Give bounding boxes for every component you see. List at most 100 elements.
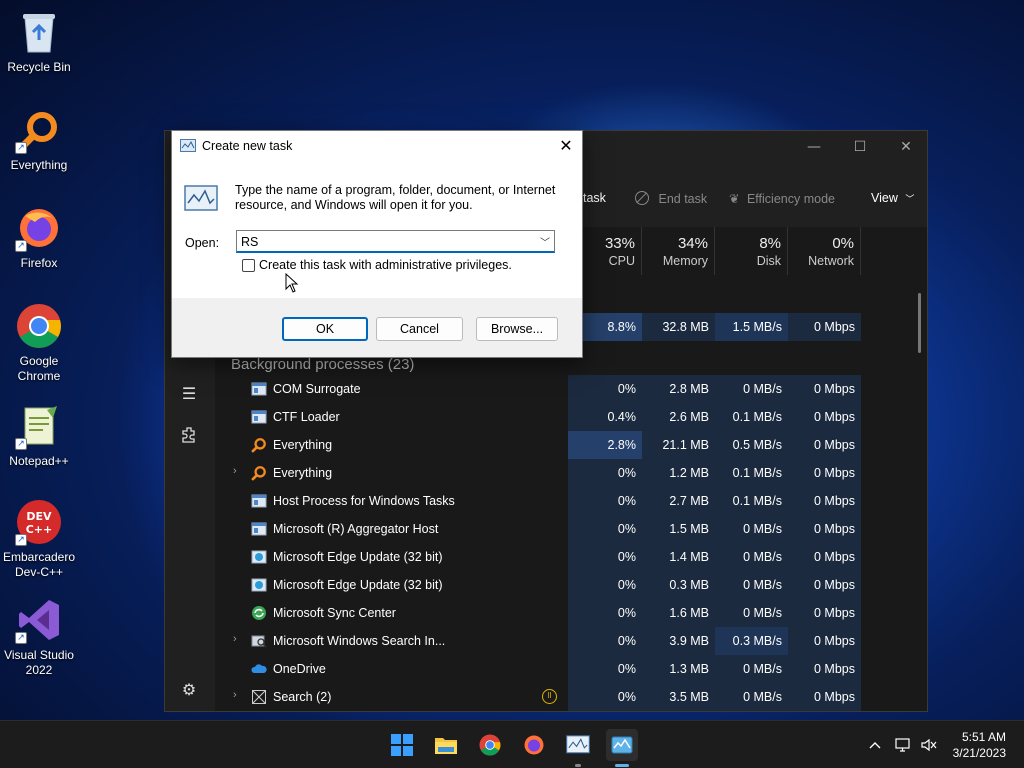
network-cell: 0 Mbps [788, 375, 861, 403]
open-combobox[interactable]: ﹀ [236, 230, 555, 253]
table-row[interactable]: Microsoft Edge Update (32 bit) 0% 1.4 MB 0 … [215, 543, 927, 571]
memory-usage-total: 34% [677, 235, 708, 252]
recycle-bin-icon [15, 8, 63, 56]
desktop-icon-visual-studio[interactable]: ↗ Visual Studio 2022 [2, 596, 76, 678]
generic-window-icon [251, 409, 267, 425]
chrome-icon[interactable] [474, 729, 506, 761]
desktop-icon-recycle-bin[interactable]: Recycle Bin [2, 8, 76, 75]
column-header-memory[interactable]: 34% Memory [642, 227, 715, 275]
table-row[interactable]: Microsoft Edge Update (32 bit) 0% 0.3 MB 0 … [215, 571, 927, 599]
desktop-icon-everything[interactable]: ↗ Everything [2, 106, 76, 173]
admin-privileges-checkbox[interactable] [242, 259, 255, 272]
clock-time: 5:51 AM [961, 730, 1006, 744]
disk-cell: 0 MB/s [715, 543, 788, 571]
disk-cell: 0 MB/s [715, 375, 788, 403]
column-header-disk[interactable]: 8% Disk [715, 227, 788, 275]
leaf-icon: ❦ [729, 192, 740, 206]
process-name: Microsoft Edge Update (32 bit) [273, 578, 443, 592]
efficiency-mode-button[interactable]: ❦ Efficiency mode [729, 191, 835, 206]
cpu-cell: 0% [568, 683, 642, 711]
cpu-cell: 0% [568, 543, 642, 571]
view-menu-button[interactable]: View ﹀ [871, 191, 914, 205]
edge-update-icon [251, 549, 267, 565]
edge-update-icon [251, 577, 267, 593]
desktop-icon-notepadpp[interactable]: ↗ Notepad++ [2, 402, 76, 469]
cancel-button[interactable]: Cancel [376, 317, 463, 341]
expand-chevron-icon[interactable]: › [233, 465, 237, 477]
desktop-icon-devcpp[interactable]: DEV C++ ↗ Embarcadero Dev-C++ [2, 498, 76, 580]
table-row[interactable]: Everything 2.8% 21.1 MB 0.5 MB/s 0 Mbps [215, 431, 927, 459]
admin-privileges-label[interactable]: Create this task with administrative pri… [259, 258, 512, 272]
generic-window-icon [251, 381, 267, 397]
network-cell: 0 Mbps [788, 431, 861, 459]
table-row[interactable]: › Microsoft Windows Search In... 0% 3.9 MB 0… [215, 627, 927, 655]
dialog-close-button[interactable]: ✕ [550, 131, 582, 161]
devcpp-icon: DEV C++ ↗ [15, 498, 63, 546]
run-dialog-icon[interactable] [562, 729, 594, 767]
nav-services-icon[interactable] [173, 419, 205, 451]
close-button[interactable]: ✕ [883, 131, 927, 163]
network-column-label: Network [808, 254, 854, 268]
svg-text:DEV: DEV [26, 510, 52, 523]
desktop-icon-label: Google Chrome [17, 354, 61, 383]
process-name: Microsoft Sync Center [273, 606, 396, 620]
disk-cell: 0 MB/s [715, 571, 788, 599]
desktop-icon-chrome[interactable]: Google Chrome [2, 302, 76, 384]
chevron-down-icon: ﹀ [905, 194, 915, 204]
run-icon [180, 139, 196, 156]
dialog-title: Create new task [202, 139, 293, 153]
cpu-cell: 0% [568, 487, 642, 515]
memory-cell: 3.9 MB [642, 627, 715, 655]
task-manager-icon[interactable] [606, 729, 638, 767]
end-task-button[interactable]: End task [635, 191, 707, 206]
firefox-icon: ↗ [15, 204, 63, 252]
start-icon[interactable] [386, 729, 418, 761]
memory-cell: 1.3 MB [642, 655, 715, 683]
scrollbar-thumb[interactable] [918, 293, 921, 353]
cpu-cell: 0% [568, 459, 642, 487]
generic-window-icon [251, 521, 267, 537]
show-hidden-icons-chevron-icon[interactable] [864, 721, 886, 768]
firefox-icon[interactable] [518, 729, 550, 761]
file-explorer-icon[interactable] [430, 729, 462, 761]
chevron-down-icon[interactable]: ﹀ [540, 234, 550, 249]
network-icon[interactable] [892, 721, 914, 768]
nav-details-icon[interactable]: ☰ [173, 377, 205, 409]
ok-button[interactable]: OK [282, 317, 368, 341]
volume-muted-icon[interactable] [918, 721, 940, 768]
table-row[interactable]: OneDrive 0% 1.3 MB 0 MB/s 0 Mbps [215, 655, 927, 683]
background-processes-header: Background processes (23) [231, 356, 415, 373]
table-row[interactable]: CTF Loader 0.4% 2.6 MB 0.1 MB/s 0 Mbps [215, 403, 927, 431]
memory-cell: 1.2 MB [642, 459, 715, 487]
end-task-icon [635, 191, 649, 205]
mouse-cursor-icon [285, 272, 299, 296]
minimize-button[interactable]: — [791, 131, 837, 163]
table-row[interactable]: COM Surrogate 0% 2.8 MB 0 MB/s 0 Mbps [215, 375, 927, 403]
process-name: Search (2) [273, 690, 332, 704]
table-row[interactable]: Microsoft (R) Aggregator Host 0% 1.5 MB 0 M… [215, 515, 927, 543]
dialog-body: Type the name of a program, folder, docu… [172, 161, 582, 298]
disk-cell: 0 MB/s [715, 655, 788, 683]
memory-cell: 21.1 MB [642, 431, 715, 459]
browse-button[interactable]: Browse... [476, 317, 558, 341]
open-input[interactable] [241, 233, 531, 250]
visual-studio-icon: ↗ [15, 596, 63, 644]
table-row[interactable]: Host Process for Windows Tasks 0% 2.7 MB 0.… [215, 487, 927, 515]
run-new-task-button[interactable]: task [583, 191, 606, 205]
table-row[interactable]: Microsoft Sync Center 0% 1.6 MB 0 MB/s 0 Mbp… [215, 599, 927, 627]
process-name: CTF Loader [273, 410, 340, 424]
dialog-titlebar[interactable]: Create new task ✕ [172, 131, 582, 161]
table-row[interactable]: › Search (2) 0% 3.5 MB 0 MB/s 0 Mbps II [215, 683, 927, 711]
desktop-icon-firefox[interactable]: ↗ Firefox [2, 204, 76, 271]
expand-chevron-icon[interactable]: › [233, 689, 237, 701]
clock[interactable]: 5:51 AM 3/21/2023 [953, 729, 1006, 761]
view-label: View [871, 191, 898, 205]
maximize-button[interactable]: ☐ [837, 131, 883, 163]
table-row[interactable]: › Everything 0% 1.2 MB 0.1 MB/s 0 Mbps [215, 459, 927, 487]
expand-chevron-icon[interactable]: › [233, 633, 237, 645]
settings-gear-icon[interactable]: ⚙ [173, 673, 205, 705]
network-cell: 0 Mbps [788, 515, 861, 543]
disk-cell: 1.5 MB/s [715, 313, 788, 341]
column-header-network[interactable]: 0% Network [788, 227, 861, 275]
clock-date: 3/21/2023 [952, 746, 1006, 760]
